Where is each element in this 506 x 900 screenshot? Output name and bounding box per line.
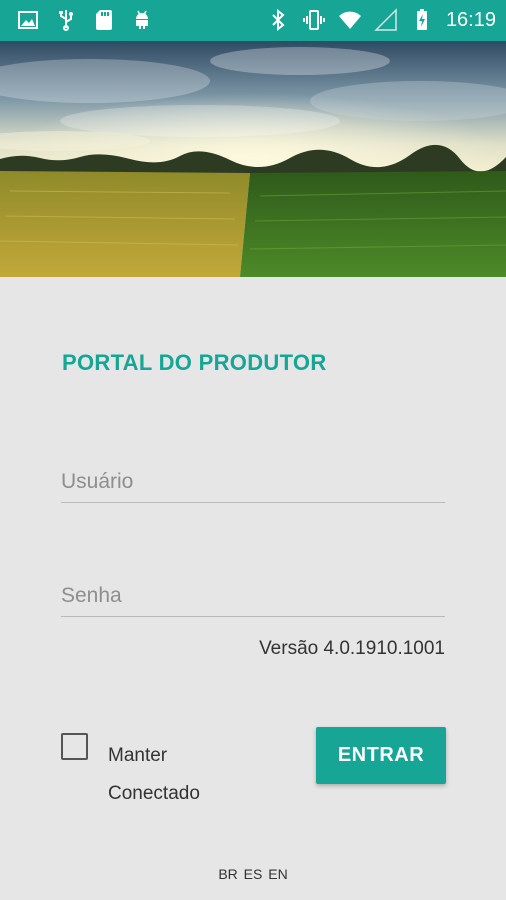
language-selector: BR ES EN [0,866,506,882]
field-landscape-image [0,41,506,277]
keep-connected-label[interactable]: Manter Conectado [108,737,238,813]
username-input[interactable] [61,462,445,503]
sd-card-icon [96,10,112,30]
login-button[interactable]: ENTRAR [316,727,446,784]
image-icon [18,11,38,29]
page-title: PORTAL DO PRODUTOR [62,350,327,375]
status-time: 16:19 [445,9,496,31]
wifi-icon [338,11,361,29]
password-input[interactable] [61,576,445,617]
language-es-link[interactable]: ES [244,866,263,882]
status-bar: 16:19 [0,0,506,41]
header-image [0,41,506,277]
signal-icon [374,8,397,31]
language-br-link[interactable]: BR [218,866,237,882]
bluetooth-icon [272,8,285,32]
keep-connected-checkbox[interactable] [61,733,88,760]
vibrate-icon [302,10,325,30]
usb-icon [59,10,73,31]
android-icon [136,10,148,29]
version-label: Versão 4.0.1910.1001 [259,638,445,659]
language-en-link[interactable]: EN [268,866,287,882]
battery-charging-icon [416,9,427,30]
